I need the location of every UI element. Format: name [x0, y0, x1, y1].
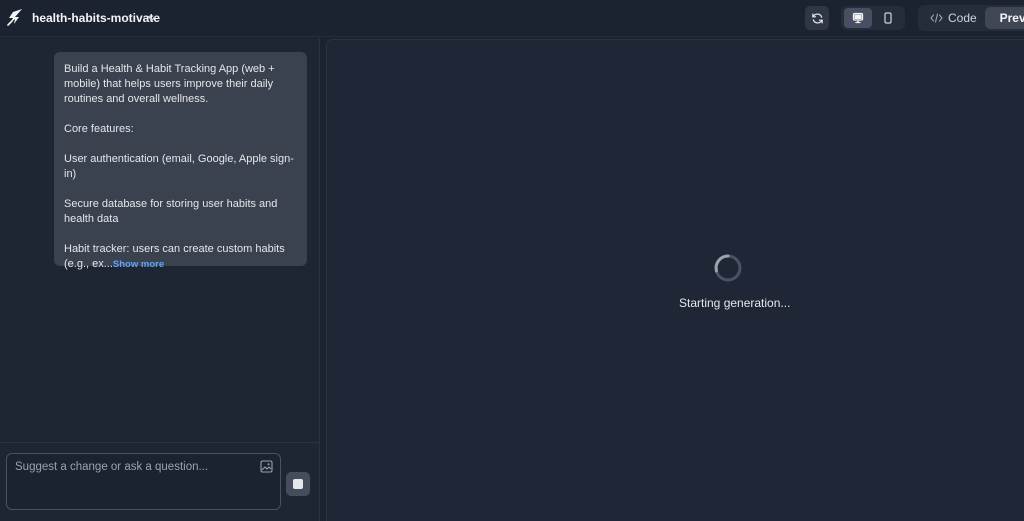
lightning-logo-icon[interactable]: [6, 8, 24, 28]
chevron-down-icon[interactable]: [146, 12, 158, 24]
smartphone-icon: [884, 12, 892, 24]
refresh-icon: [811, 13, 823, 23]
message-paragraph: Secure database for storing user habits …: [64, 198, 278, 225]
message-truncated: Habit tracker: users can create custom h…: [64, 242, 297, 272]
tab-preview-label: Preview: [999, 11, 1024, 25]
chat-input-area: [0, 442, 320, 521]
code-brackets-icon: [930, 13, 943, 23]
desktop-view-button[interactable]: [844, 8, 872, 28]
refresh-button[interactable]: [805, 6, 829, 30]
preview-panel: Starting generation...: [326, 39, 1024, 521]
chat-input[interactable]: [6, 453, 281, 510]
message-paragraph: User authentication (email, Google, Appl…: [64, 153, 294, 180]
user-message: Build a Health & Habit Tracking App (web…: [54, 52, 307, 270]
show-more-link[interactable]: Show more: [113, 259, 164, 270]
view-mode-tabs: Code Preview: [918, 5, 1024, 31]
monitor-icon: [852, 12, 864, 24]
message-paragraph: Build a Health & Habit Tracking App (web…: [64, 63, 275, 105]
mobile-view-button[interactable]: [874, 8, 902, 28]
chat-panel: Build a Health & Habit Tracking App (web…: [0, 38, 320, 521]
top-bar: health-habits-motivate Code Prev: [0, 0, 1024, 37]
tab-preview[interactable]: Preview: [985, 7, 1024, 29]
tab-code-label: Code: [948, 11, 977, 25]
message-paragraph: Core features:: [64, 123, 134, 135]
project-name[interactable]: health-habits-motivate: [32, 11, 160, 25]
image-icon[interactable]: [260, 460, 273, 473]
eye-icon: [995, 17, 996, 19]
stop-generation-button[interactable]: [286, 472, 310, 496]
generation-status: Starting generation...: [679, 296, 790, 310]
device-toggle-group: [841, 6, 905, 30]
message-truncated-text: Habit tracker: users can create custom h…: [64, 243, 285, 270]
generation-status-text: Starting generation...: [679, 296, 791, 310]
stop-icon: [293, 479, 303, 489]
loading-spinner-icon: [714, 254, 742, 282]
tab-code[interactable]: Code: [924, 8, 983, 28]
